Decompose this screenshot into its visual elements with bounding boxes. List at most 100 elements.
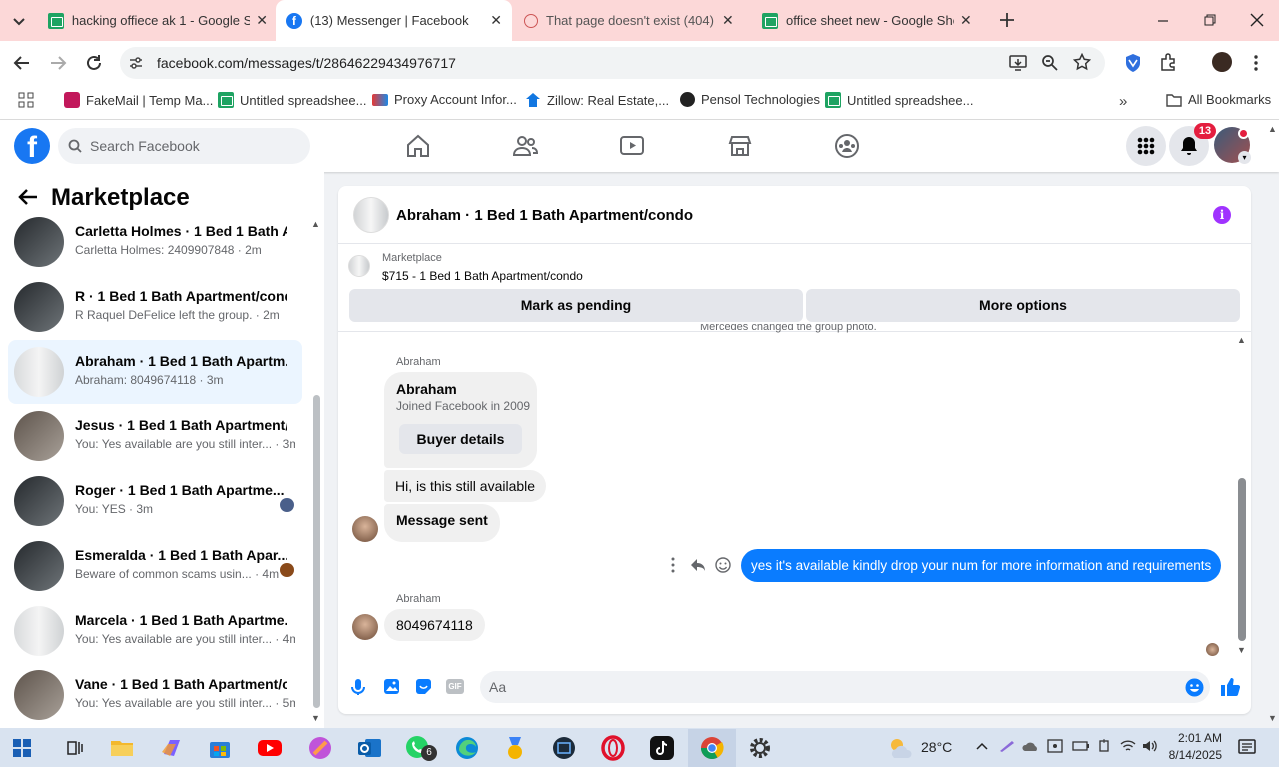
url-text[interactable]: facebook.com/messages/t/2864622943497671… — [157, 55, 456, 71]
more-options-button[interactable]: More options — [806, 289, 1240, 322]
close-window-button[interactable] — [1249, 12, 1265, 28]
volume-icon[interactable] — [1142, 739, 1158, 753]
settings-gear-icon[interactable] — [746, 734, 774, 762]
close-tab-icon[interactable]: ✕ — [960, 12, 972, 29]
edge-icon[interactable] — [453, 734, 481, 762]
conversation-marcela[interactable]: Marcela · 1 Bed 1 Bath Apartme... You: Y… — [8, 599, 302, 663]
nav-groups[interactable] — [834, 133, 860, 159]
install-app-icon[interactable] — [1009, 54, 1027, 72]
chevron-up-icon[interactable] — [975, 739, 989, 753]
attach-photo-button[interactable] — [383, 678, 400, 695]
pen-tray-icon[interactable] — [998, 739, 1016, 753]
conversation-carletta[interactable]: Carletta Holmes · 1 Bed 1 Bath A... Carl… — [8, 210, 302, 274]
tray-app-icon[interactable] — [1047, 739, 1063, 753]
game-app-icon[interactable] — [306, 734, 334, 762]
wifi-icon[interactable] — [1120, 739, 1136, 753]
sender-avatar[interactable] — [352, 516, 378, 542]
chat-title[interactable]: Abraham · 1 Bed 1 Bath Apartment/condo — [396, 207, 693, 224]
chrome-menu-icon[interactable] — [1252, 54, 1260, 72]
conversation-vane[interactable]: Vane · 1 Bed 1 Bath Apartment/c... You: … — [8, 663, 302, 727]
message-input[interactable]: Aa — [480, 671, 1210, 703]
listing-title[interactable]: $715 - 1 Bed 1 Bath Apartment/condo — [382, 269, 583, 283]
bookmark-star-icon[interactable] — [1073, 53, 1091, 71]
gif-button[interactable]: GIF — [446, 679, 464, 694]
tab-404-page[interactable]: That page doesn't exist (404) - I ✕ — [514, 0, 750, 41]
menu-button[interactable] — [1126, 126, 1166, 166]
close-tab-icon[interactable]: ✕ — [490, 12, 502, 29]
bookmark-pensol[interactable]: Pensol Technologies — [680, 92, 820, 107]
tab-hacking-sheet[interactable]: hacking offiece ak 1 - Google S ✕ — [38, 0, 278, 41]
rewards-medal-icon[interactable] — [501, 734, 529, 762]
sender-avatar[interactable] — [352, 614, 378, 640]
site-info-icon[interactable] — [128, 55, 144, 71]
tiktok-icon[interactable] — [648, 734, 676, 762]
conversation-r[interactable]: R · 1 Bed 1 Bath Apartment/condo R Raque… — [8, 275, 302, 339]
conversation-jesus[interactable]: Jesus · 1 Bed 1 Bath Apartment/... You: … — [8, 404, 302, 468]
bookmark-proxy-account[interactable]: Proxy Account Infor... — [372, 92, 517, 107]
chat-avatar[interactable] — [353, 197, 389, 233]
conversation-roger[interactable]: Roger · 1 Bed 1 Bath Apartme... You: YES… — [8, 469, 302, 533]
message-bubble[interactable]: Hi, is this still available — [384, 470, 547, 502]
mark-as-pending-button[interactable]: Mark as pending — [349, 289, 803, 322]
tab-office-sheet[interactable]: office sheet new - Google Shee ✕ — [752, 0, 988, 41]
my-message-bubble[interactable]: yes it's available kindly drop your num … — [741, 549, 1222, 582]
minimize-button[interactable] — [1156, 14, 1170, 28]
like-button[interactable] — [1220, 676, 1241, 697]
nav-marketplace[interactable] — [727, 133, 753, 159]
tab-messenger[interactable]: f (13) Messenger | Facebook ✕ — [276, 0, 512, 41]
extensions-icon[interactable] — [1159, 53, 1177, 71]
task-view-icon[interactable] — [61, 734, 89, 762]
clock-time[interactable]: 2:01 AM — [1172, 731, 1222, 745]
more-bookmarks-icon[interactable]: » — [1119, 93, 1127, 110]
sticker-button[interactable] — [415, 678, 432, 695]
reload-button[interactable] — [84, 53, 104, 73]
facebook-logo[interactable]: f — [14, 128, 50, 164]
restore-button[interactable] — [1203, 13, 1217, 27]
nav-friends[interactable] — [512, 133, 538, 159]
bookmark-zillow[interactable]: Zillow: Real Estate,... — [525, 92, 669, 108]
chat-scrollbar[interactable] — [1238, 478, 1246, 641]
left-scroll-down-icon[interactable]: ▼ — [311, 713, 320, 723]
emoji-button[interactable] — [1185, 678, 1204, 697]
new-tab-button[interactable] — [996, 9, 1018, 31]
react-smiley-icon[interactable] — [715, 557, 731, 573]
nav-watch[interactable] — [619, 133, 645, 159]
profile-avatar[interactable] — [1212, 52, 1232, 72]
tab-search-button[interactable] — [8, 10, 30, 32]
facebook-search-input[interactable]: Search Facebook — [58, 128, 310, 164]
windows-start-button[interactable] — [13, 739, 31, 757]
microsoft-store-icon[interactable] — [206, 734, 234, 762]
voice-clip-button[interactable] — [350, 678, 366, 696]
page-scroll-up-icon[interactable]: ▲ — [1268, 124, 1277, 134]
weather-icon[interactable] — [886, 735, 916, 759]
bookmark-untitled-spreadsheet-2[interactable]: Untitled spreadshee... — [825, 92, 973, 108]
chat-scroll-down-icon[interactable]: ▼ — [1237, 645, 1246, 655]
account-chevron-icon[interactable]: ▾ — [1238, 151, 1251, 164]
outlook-icon[interactable] — [355, 734, 383, 762]
conversation-abraham[interactable]: Abraham · 1 Bed 1 Bath Apartm... Abraham… — [8, 340, 302, 404]
back-button[interactable] — [12, 53, 32, 73]
zoom-icon[interactable] — [1041, 54, 1059, 72]
conversation-list-scrollbar[interactable] — [313, 395, 320, 708]
vpn-shield-icon[interactable] — [1124, 53, 1142, 73]
bookmark-fakemail[interactable]: FakeMail | Temp Ma... — [64, 92, 213, 108]
reply-icon[interactable] — [690, 557, 706, 573]
opera-icon[interactable] — [599, 734, 627, 762]
chat-scroll-up-icon[interactable]: ▲ — [1237, 335, 1246, 345]
back-arrow-button[interactable] — [18, 188, 38, 206]
apps-grid-icon[interactable] — [18, 92, 34, 108]
conversation-esmeralda[interactable]: Esmeralda · 1 Bed 1 Bath Apar... Beware … — [8, 534, 302, 598]
battery-tray-icon[interactable] — [1072, 740, 1090, 752]
listing-thumbnail[interactable] — [348, 255, 370, 277]
clock-date[interactable]: 8/14/2025 — [1166, 748, 1222, 762]
weather-temperature[interactable]: 28°C — [921, 739, 952, 755]
file-explorer-icon[interactable] — [108, 734, 136, 762]
page-scroll-down-icon[interactable]: ▼ — [1268, 713, 1277, 723]
buyer-details-button[interactable]: Buyer details — [399, 424, 522, 454]
message-more-icon[interactable] — [670, 557, 676, 573]
left-scroll-up-icon[interactable]: ▲ — [311, 219, 320, 229]
close-tab-icon[interactable]: ✕ — [256, 12, 268, 29]
bookmark-untitled-spreadsheet[interactable]: Untitled spreadshee... — [218, 92, 366, 108]
nav-home[interactable] — [405, 133, 431, 159]
chrome-icon[interactable] — [698, 734, 726, 762]
